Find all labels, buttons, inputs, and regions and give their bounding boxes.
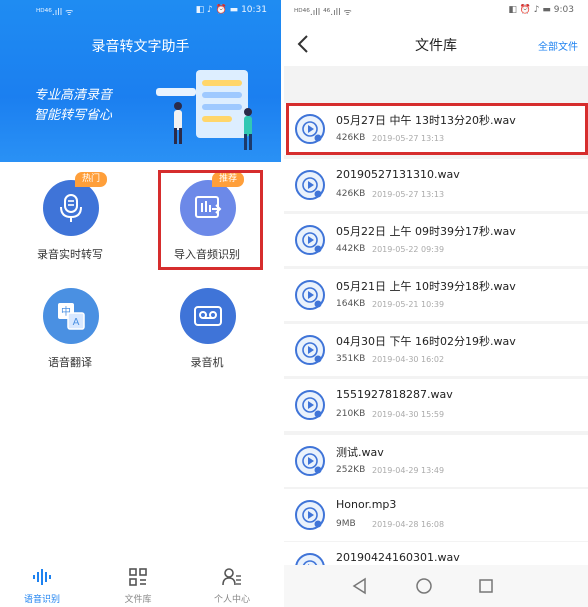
audio-file-icon bbox=[295, 225, 325, 255]
signal-indicator: ᴴᴰ⁴⁶.ıll ᯤ bbox=[36, 8, 74, 18]
bottom-tab-bar: 语音识别 文件库 个人中心 bbox=[0, 562, 281, 607]
file-row[interactable]: 20190527131310.wav 426KB 2019-05-27 13:13 bbox=[284, 159, 588, 211]
highlight-box bbox=[158, 170, 263, 270]
feature-realtime-transcribe[interactable]: 热门 录音实时转写 bbox=[5, 172, 135, 272]
tab-label: 个人中心 bbox=[213, 595, 250, 605]
file-date: 2019-04-30 16:02 bbox=[372, 355, 445, 364]
grid-icon bbox=[129, 568, 147, 586]
nav-back-icon[interactable] bbox=[350, 576, 370, 596]
file-row[interactable]: 1551927818287.wav 210KB 2019-04-30 15:59 bbox=[284, 379, 588, 431]
file-name: 1551927818287.wav bbox=[336, 388, 453, 401]
waveform-icon bbox=[33, 569, 51, 585]
file-row[interactable]: 测试.wav 252KB 2019-04-29 13:49 bbox=[284, 435, 588, 487]
user-icon bbox=[222, 568, 241, 586]
file-row[interactable]: 05月22日 上午 09时39分17秒.wav 442KB 2019-05-22 0… bbox=[284, 214, 588, 266]
cassette-icon bbox=[180, 288, 236, 344]
microphone-icon bbox=[43, 180, 99, 236]
file-size: 426KB bbox=[336, 189, 366, 199]
file-row[interactable]: 04月30日 下午 16时02分19秒.wav 351KB 2019-04-30 1… bbox=[284, 324, 588, 376]
home-screen: ᴴᴰ⁴⁶.ıll ᯤ ◧ ♪ ⏰ ▬ 10:31 录音转文字助手 专业高清录音 … bbox=[0, 0, 281, 607]
feature-voice-translate[interactable]: 中 A 语音翻译 bbox=[5, 280, 135, 380]
tab-speech-recognition[interactable]: 语音识别 bbox=[2, 568, 82, 605]
slogan-line-2: 智能转写省心 bbox=[34, 108, 113, 123]
status-right: ◧ ♪ ⏰ ▬ 10:31 bbox=[196, 5, 267, 15]
feature-label: 录音机 bbox=[190, 356, 224, 369]
file-name: 20190527131310.wav bbox=[336, 168, 460, 181]
file-row[interactable]: 05月21日 上午 10时39分18秒.wav 164KB 2019-05-21 1… bbox=[284, 269, 588, 321]
system-nav-bar bbox=[284, 565, 588, 607]
file-date: 2019-05-21 10:39 bbox=[372, 300, 445, 309]
badge-hot: 热门 bbox=[75, 172, 108, 187]
file-date: 2019-04-28 16:08 bbox=[372, 520, 445, 529]
slogan-line-1: 专业高清录音 bbox=[34, 88, 113, 103]
svg-text:A: A bbox=[73, 317, 80, 328]
nav-home-icon[interactable] bbox=[414, 576, 434, 596]
status-time: 9:03 bbox=[553, 5, 574, 15]
file-date: 2019-04-30 15:59 bbox=[372, 410, 445, 419]
file-size: 442KB bbox=[336, 244, 366, 254]
file-size: 9MB bbox=[336, 519, 356, 529]
highlight-box bbox=[286, 103, 588, 155]
hero-illustration bbox=[156, 70, 252, 150]
status-bar: ᴴᴰ⁴⁶.ıll ⁴⁶.ıll ᯤ ◧ ⏰ ♪ ▬ 9:03 bbox=[284, 0, 588, 22]
audio-file-icon bbox=[295, 280, 325, 310]
hero-banner: ᴴᴰ⁴⁶.ıll ᯤ ◧ ♪ ⏰ ▬ 10:31 录音转文字助手 专业高清录音 … bbox=[0, 0, 281, 162]
file-row[interactable]: Honor.mp3 9MB 2019-04-28 16:08 bbox=[284, 489, 588, 541]
audio-file-icon bbox=[295, 446, 325, 476]
app-title: 录音转文字助手 bbox=[91, 39, 190, 55]
tab-file-library[interactable]: 文件库 bbox=[98, 568, 178, 605]
file-size: 252KB bbox=[336, 465, 366, 475]
audio-file-icon bbox=[295, 500, 325, 530]
audio-file-icon bbox=[295, 170, 325, 200]
signal-indicator: ᴴᴰ⁴⁶.ıll ⁴⁶.ıll ᯤ bbox=[294, 8, 352, 18]
tab-label: 文件库 bbox=[124, 595, 152, 605]
screenshot-composite: ᴴᴰ⁴⁶.ıll ᯤ ◧ ♪ ⏰ ▬ 10:31 录音转文字助手 专业高清录音 … bbox=[0, 0, 588, 607]
app-header: 文件库 全部文件 bbox=[284, 22, 588, 66]
file-date: 2019-05-22 09:39 bbox=[372, 245, 445, 254]
file-name: 05月22日 上午 09时39分17秒.wav bbox=[336, 225, 516, 238]
status-time: 10:31 bbox=[241, 5, 267, 15]
status-icons: ◧ ⏰ ♪ ▬ bbox=[508, 5, 551, 15]
tab-label: 语音识别 bbox=[23, 595, 60, 605]
file-library-screen: ᴴᴰ⁴⁶.ıll ⁴⁶.ıll ᯤ ◧ ⏰ ♪ ▬ 9:03 文件库 全部文件 … bbox=[284, 0, 588, 607]
nav-recents-icon[interactable] bbox=[476, 576, 496, 596]
translate-icon: 中 A bbox=[43, 288, 99, 344]
feature-label: 录音实时转写 bbox=[37, 248, 103, 261]
all-files-filter-button[interactable]: 全部文件 bbox=[538, 38, 578, 53]
file-size: 210KB bbox=[336, 409, 366, 419]
audio-file-icon bbox=[295, 335, 325, 365]
feature-recorder[interactable]: 录音机 bbox=[142, 280, 272, 380]
file-name: 测试.wav bbox=[336, 446, 384, 459]
file-date: 2019-05-27 13:13 bbox=[372, 190, 445, 199]
file-size: 164KB bbox=[336, 299, 366, 309]
file-name: 04月30日 下午 16时02分19秒.wav bbox=[336, 335, 516, 348]
file-name: Honor.mp3 bbox=[336, 498, 397, 511]
status-bar: ᴴᴰ⁴⁶.ıll ᯤ ◧ ♪ ⏰ ▬ 10:31 bbox=[0, 0, 281, 22]
file-name: 20190424160301.wav bbox=[336, 551, 460, 564]
file-size: 351KB bbox=[336, 354, 366, 364]
file-name: 05月21日 上午 10时39分18秒.wav bbox=[336, 280, 516, 293]
feature-label: 语音翻译 bbox=[48, 356, 92, 369]
file-date: 2019-04-29 13:49 bbox=[372, 466, 445, 475]
status-right: ◧ ⏰ ♪ ▬ 9:03 bbox=[508, 5, 574, 15]
tab-user-center[interactable]: 个人中心 bbox=[192, 568, 272, 605]
status-icons: ◧ ♪ ⏰ ▬ bbox=[195, 5, 239, 15]
audio-file-icon bbox=[295, 390, 325, 420]
